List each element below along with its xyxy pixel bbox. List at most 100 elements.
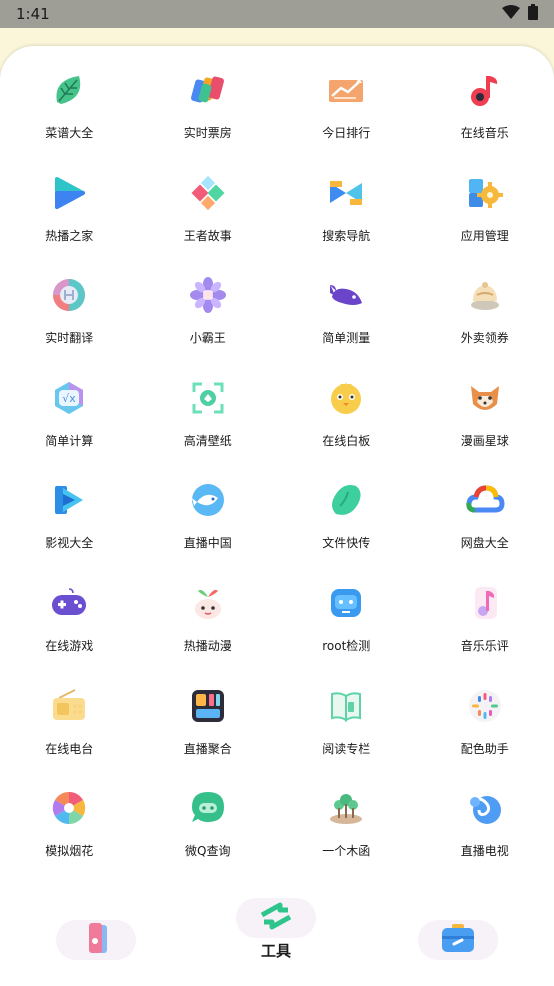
status-icons: [502, 4, 538, 24]
chick-icon: [326, 378, 366, 418]
app-item[interactable]: 今日排行: [277, 68, 416, 171]
bottom-nav: 工具: [0, 890, 554, 986]
app-label: 热播之家: [45, 228, 94, 243]
chat-bubble-icon: [188, 788, 228, 828]
status-time: 1:41: [16, 5, 50, 23]
app-item[interactable]: 热播之家: [0, 171, 139, 274]
trending-chart-icon: [326, 70, 366, 110]
whale-icon: [326, 275, 366, 315]
app-item[interactable]: 应用管理: [416, 171, 554, 274]
app-item[interactable]: 实时票房: [139, 68, 278, 171]
app-item[interactable]: 网盘大全: [416, 478, 554, 581]
app-item[interactable]: 直播聚合: [139, 684, 278, 787]
nav-left-button[interactable]: [56, 920, 136, 960]
nav-tools-button[interactable]: 工具: [236, 898, 316, 961]
music-card-icon: [465, 583, 505, 623]
ticket-cards-icon: [188, 70, 228, 110]
translate-icon: [49, 275, 89, 315]
svg-text:√x: √x: [62, 392, 76, 405]
app-label: 外卖领券: [460, 331, 509, 346]
nav-pill-active: [236, 898, 316, 938]
app-label: 音乐乐评: [460, 638, 509, 653]
pinwheel-icon: [188, 275, 228, 315]
app-label: 网盘大全: [460, 536, 509, 551]
app-label: 热播动漫: [183, 638, 232, 653]
app-item[interactable]: 直播电视: [416, 786, 554, 889]
battery-icon: [528, 4, 538, 24]
app-item[interactable]: 直播中国: [139, 478, 278, 581]
cloud-icon: [465, 480, 505, 520]
nav-right-button[interactable]: [418, 920, 498, 960]
app-label: 模拟烟花: [45, 844, 94, 859]
nav-tools-label: 工具: [260, 942, 291, 960]
app-item[interactable]: 模拟烟花: [0, 786, 139, 889]
music-note-icon: [465, 70, 505, 110]
app-item[interactable]: 王者故事: [139, 171, 278, 274]
app-item[interactable]: 影视大全: [0, 478, 139, 581]
status-bar: 1:41: [0, 0, 554, 28]
app-item[interactable]: 在线游戏: [0, 581, 139, 684]
app-item[interactable]: root检测: [277, 581, 416, 684]
app-label: 在线游戏: [45, 638, 94, 653]
app-label: 微Q查询: [185, 844, 231, 859]
app-item[interactable]: √x 简单计算: [0, 376, 139, 479]
app-label: 实时票房: [183, 126, 232, 140]
app-label: 简单测量: [322, 331, 371, 346]
app-label: 今日排行: [322, 126, 371, 140]
app-label: 应用管理: [460, 228, 509, 243]
app-label: 在线音乐: [460, 126, 509, 140]
app-label: 王者故事: [183, 228, 232, 243]
app-label: 文件快传: [322, 536, 371, 551]
app-label: 阅读专栏: [322, 741, 371, 756]
app-item[interactable]: 简单测量: [277, 273, 416, 376]
app-item[interactable]: 在线音乐: [416, 68, 554, 171]
app-item[interactable]: 热播动漫: [139, 581, 278, 684]
app-label: 小霸王: [189, 331, 226, 346]
gamepad-icon: [49, 583, 89, 623]
fireworks-icon: [49, 788, 89, 828]
app-item[interactable]: 漫画星球: [416, 376, 554, 479]
swap-arrows-icon: [258, 901, 294, 935]
app-label: 实时翻译: [45, 331, 94, 346]
app-item[interactable]: 微Q查询: [139, 786, 278, 889]
book-icon: [326, 686, 366, 726]
app-label: 直播中国: [183, 536, 232, 551]
app-label: 直播聚合: [183, 741, 232, 756]
app-item[interactable]: 音乐乐评: [416, 581, 554, 684]
app-label: 一个木函: [322, 844, 371, 859]
app-item[interactable]: 在线白板: [277, 376, 416, 479]
bowtie-icon: [326, 173, 366, 213]
wifi-icon: [502, 5, 520, 23]
app-item[interactable]: 搜索导航: [277, 171, 416, 274]
app-label: 在线白板: [322, 433, 371, 448]
app-item[interactable]: 文件快传: [277, 478, 416, 581]
diamonds-icon: [188, 173, 228, 213]
app-label: 直播电视: [460, 844, 509, 859]
app-item[interactable]: 小霸王: [139, 273, 278, 376]
swirl-icon: [465, 788, 505, 828]
fish-icon: [188, 480, 228, 520]
app-item[interactable]: 菜谱大全: [0, 68, 139, 171]
app-item[interactable]: 配色助手: [416, 684, 554, 787]
palette-dots-icon: [465, 686, 505, 726]
fox-icon: [465, 378, 505, 418]
app-item[interactable]: 一个木函: [277, 786, 416, 889]
app-label: 简单计算: [45, 433, 94, 448]
tools-grid: 菜谱大全 实时票房 今日排行 在线音乐 热播之家 王者故事 搜索导航 应用管理 …: [0, 68, 554, 889]
app-item[interactable]: 实时翻译: [0, 273, 139, 376]
app-item[interactable]: 高清壁纸: [139, 376, 278, 479]
cards-icon: [81, 921, 111, 959]
app-item[interactable]: 在线电台: [0, 684, 139, 787]
app-item[interactable]: 外卖领券: [416, 273, 554, 376]
app-label: 漫画星球: [460, 433, 509, 448]
trees-icon: [326, 788, 366, 828]
nav-pill: [418, 920, 498, 960]
app-item[interactable]: 阅读专栏: [277, 684, 416, 787]
app-label: 在线电台: [45, 741, 94, 756]
sprout-face-icon: [188, 583, 228, 623]
app-label: root检测: [322, 638, 371, 653]
app-label: 高清壁纸: [183, 433, 232, 448]
bean-icon: [326, 480, 366, 520]
scan-frame-icon: [188, 378, 228, 418]
leaf-icon: [49, 70, 89, 110]
